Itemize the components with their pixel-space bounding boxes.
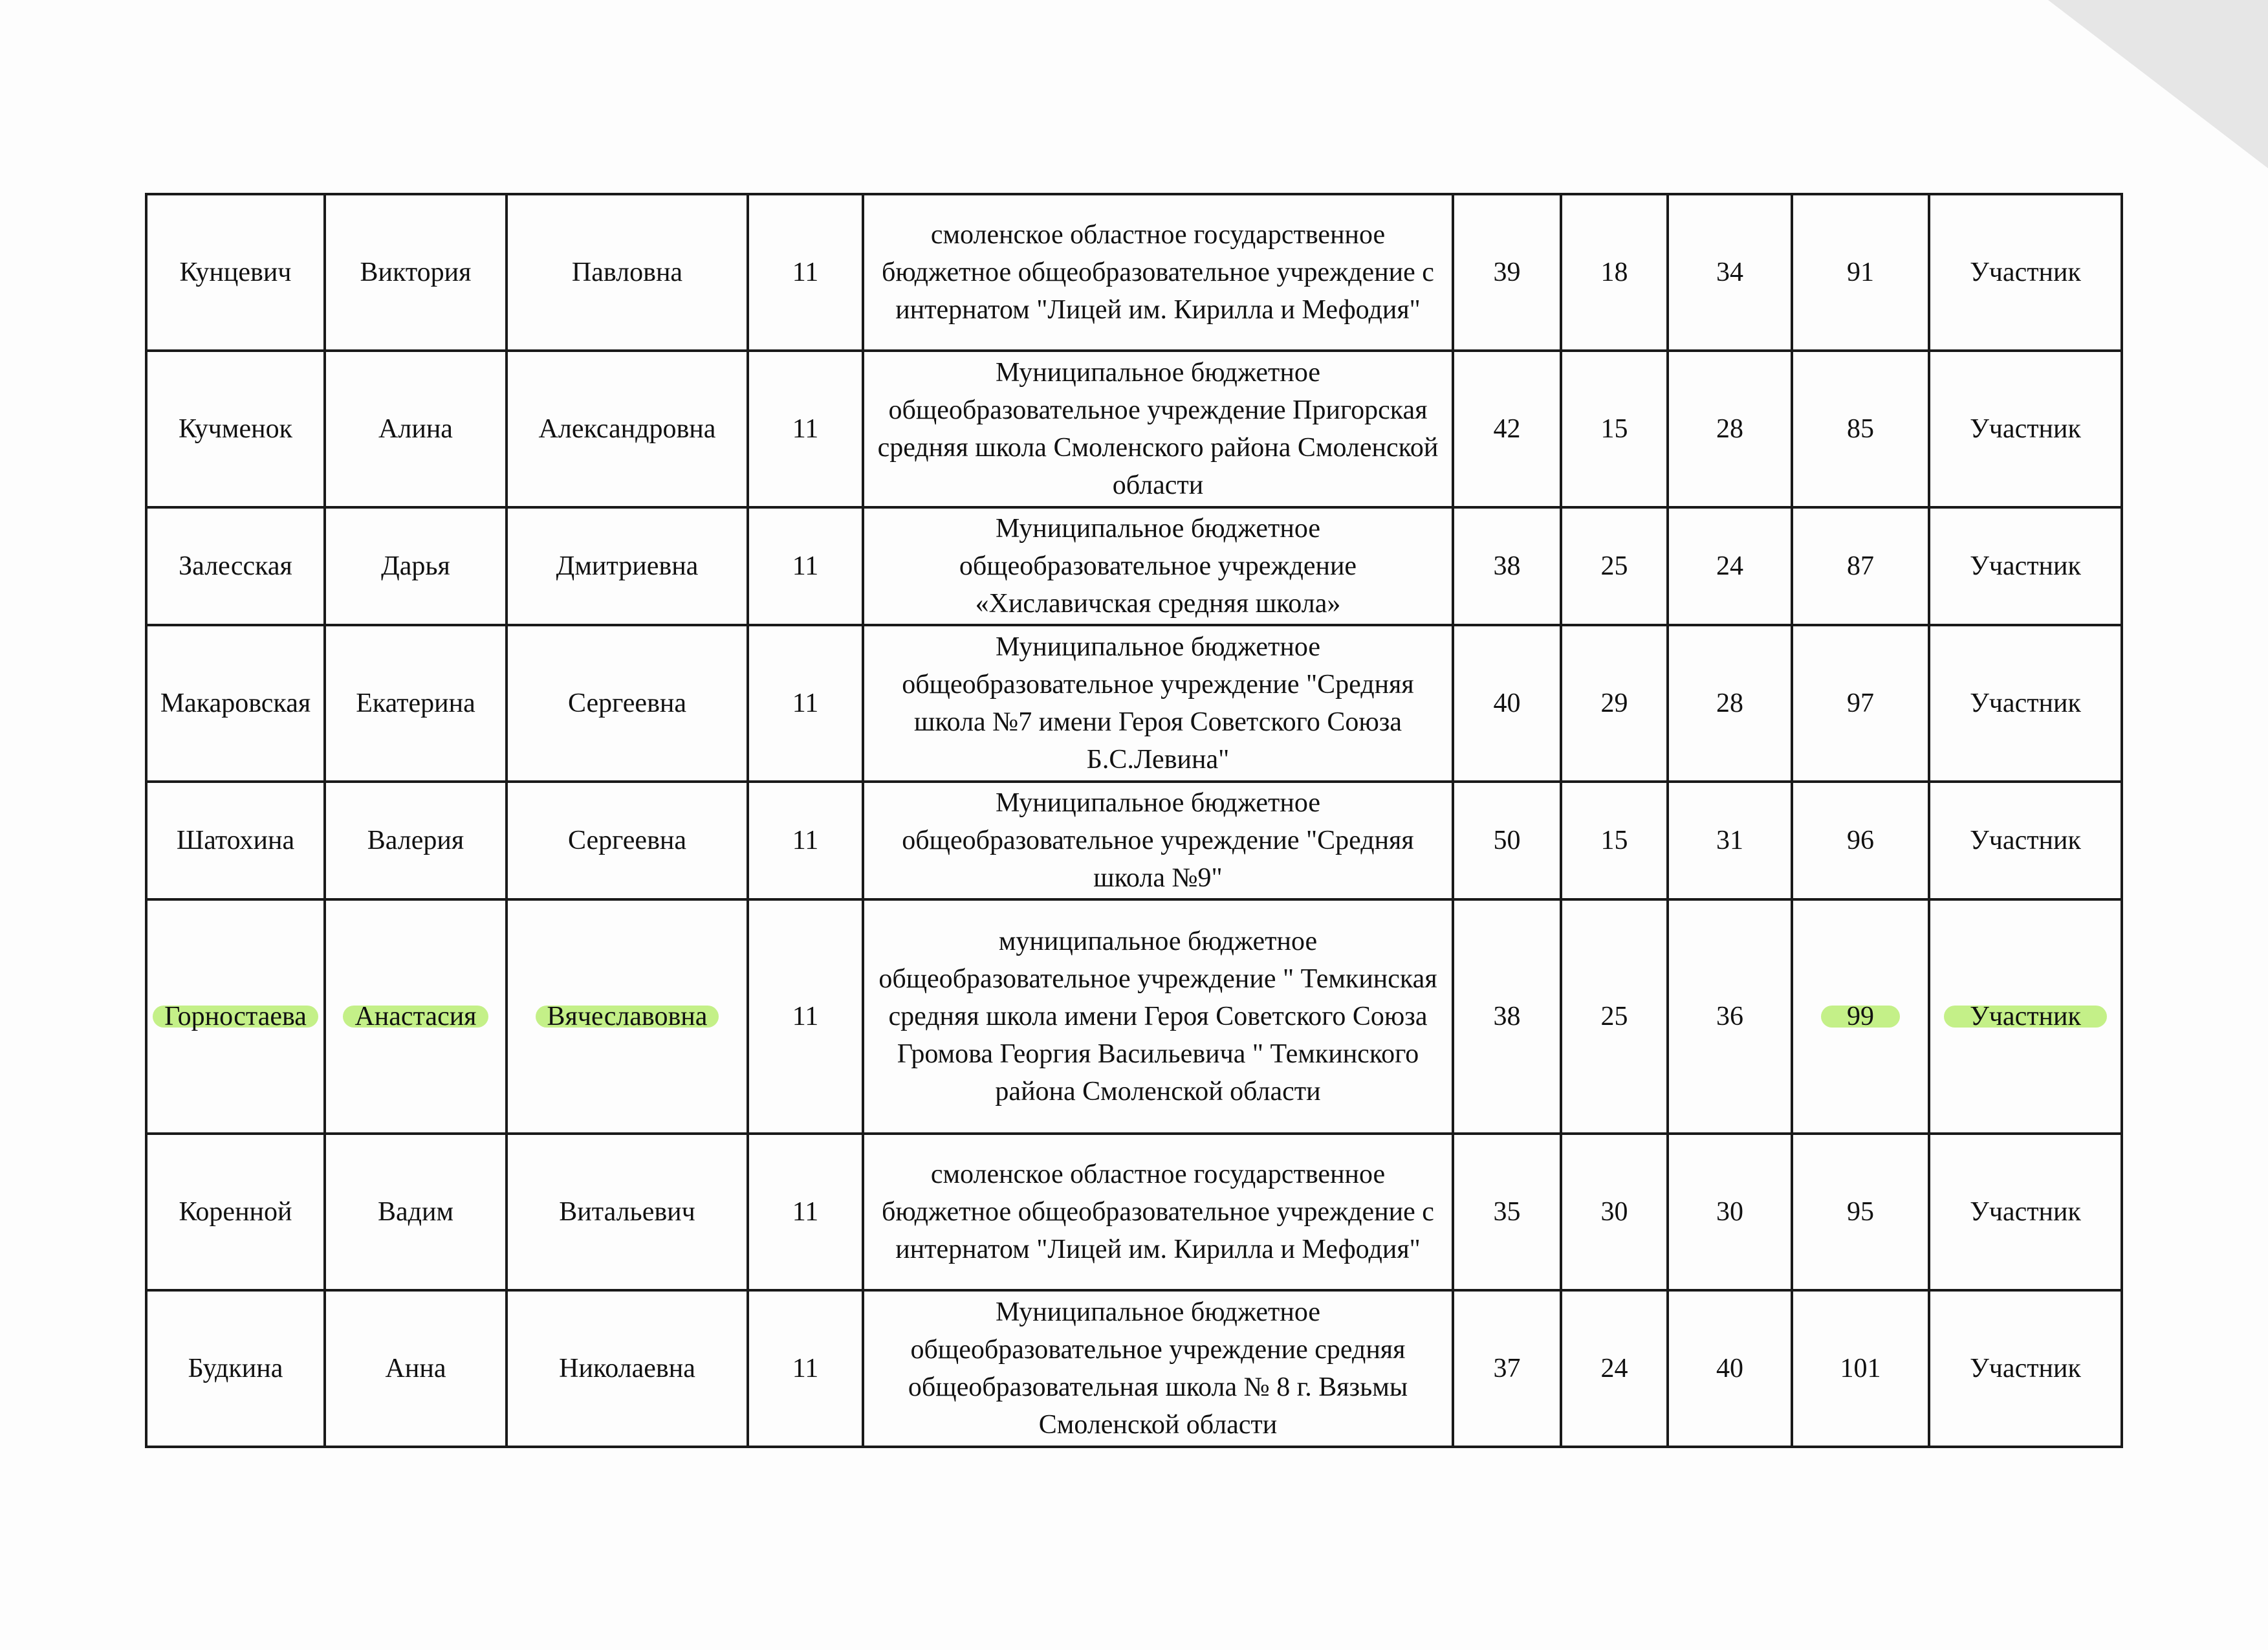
table-row: Залесская Дарья Дмитриевна 11 Муниципаль… [145, 506, 2123, 626]
total-score-cell: 96 [1791, 780, 1930, 901]
school-cell: Муниципальное бюджетное общеобразователь… [862, 506, 1454, 626]
surname-cell: Горностаева [145, 898, 326, 1135]
score-1-cell: 38 [1452, 898, 1562, 1135]
grade-cell: 11 [747, 506, 864, 626]
grade-cell: 11 [747, 193, 864, 352]
first-name-cell: Алина [323, 349, 508, 509]
grade-cell: 11 [747, 624, 864, 783]
school-cell: смоленское областное государственное бюд… [862, 1132, 1454, 1292]
scan-page-edge [2048, 0, 2268, 168]
first-name-cell: Анастасия [323, 898, 508, 1135]
surname-cell: Будкина [145, 1289, 326, 1448]
grade-cell: 11 [747, 1132, 864, 1292]
table-row-highlighted: Горностаева Анастасия Вячеславовна 11 му… [145, 898, 2123, 1135]
highlighter-mark: Участник [1970, 1002, 2081, 1031]
highlighter-mark: Горностаева [164, 1002, 307, 1031]
highlighter-mark: Вячеславовна [547, 1002, 708, 1031]
patronymic-cell: Николаевна [505, 1289, 749, 1448]
status-cell: Участник [1928, 1132, 2123, 1292]
total-score-cell: 91 [1791, 193, 1930, 352]
surname-cell: Макаровская [145, 624, 326, 783]
score-2-cell: 15 [1560, 780, 1669, 901]
table-row: Шатохина Валерия Сергеевна 11 Муниципаль… [145, 780, 2123, 901]
grade-cell: 11 [747, 1289, 864, 1448]
status-cell: Участник [1928, 506, 2123, 626]
status-cell: Участник [1928, 349, 2123, 509]
patronymic-cell: Витальевич [505, 1132, 749, 1292]
school-cell: Муниципальное бюджетное общеобразователь… [862, 780, 1454, 901]
score-2-cell: 24 [1560, 1289, 1669, 1448]
school-cell: муниципальное бюджетное общеобразователь… [862, 898, 1454, 1135]
first-name-cell: Анна [323, 1289, 508, 1448]
patronymic-cell: Вячеславовна [505, 898, 749, 1135]
school-cell: Муниципальное бюджетное общеобразователь… [862, 1289, 1454, 1448]
first-name-cell: Вадим [323, 1132, 508, 1292]
surname-cell: Кучменок [145, 349, 326, 509]
total-score-cell: 85 [1791, 349, 1930, 509]
total-score-cell: 95 [1791, 1132, 1930, 1292]
first-name-cell: Валерия [323, 780, 508, 901]
school-cell: Муниципальное бюджетное общеобразователь… [862, 349, 1454, 509]
score-3-cell: 24 [1666, 506, 1793, 626]
grade-cell: 11 [747, 898, 864, 1135]
score-2-cell: 25 [1560, 506, 1669, 626]
first-name-cell: Виктория [323, 193, 508, 352]
score-3-cell: 34 [1666, 193, 1793, 352]
total-score-cell: 99 [1791, 898, 1930, 1135]
total-score-cell: 87 [1791, 506, 1930, 626]
patronymic-cell: Сергеевна [505, 624, 749, 783]
results-table: Кунцевич Виктория Павловна 11 смоленское… [145, 193, 2123, 1448]
score-3-cell: 36 [1666, 898, 1793, 1135]
table-row: Кучменок Алина Александровна 11 Муниципа… [145, 349, 2123, 509]
highlighter-mark: 99 [1847, 1002, 1874, 1031]
score-1-cell: 38 [1452, 506, 1562, 626]
table-row: Кунцевич Виктория Павловна 11 смоленское… [145, 193, 2123, 352]
status-cell: Участник [1928, 1289, 2123, 1448]
table-row: Коренной Вадим Витальевич 11 смоленское … [145, 1132, 2123, 1292]
score-3-cell: 40 [1666, 1289, 1793, 1448]
patronymic-cell: Сергеевна [505, 780, 749, 901]
score-1-cell: 40 [1452, 624, 1562, 783]
score-3-cell: 31 [1666, 780, 1793, 901]
score-3-cell: 28 [1666, 624, 1793, 783]
total-score-cell: 97 [1791, 624, 1930, 783]
score-1-cell: 35 [1452, 1132, 1562, 1292]
status-cell: Участник [1928, 780, 2123, 901]
highlighter-mark: Анастасия [354, 1002, 477, 1031]
first-name-cell: Екатерина [323, 624, 508, 783]
table-row: Макаровская Екатерина Сергеевна 11 Муниц… [145, 624, 2123, 783]
total-score-cell: 101 [1791, 1289, 1930, 1448]
status-cell: Участник [1928, 898, 2123, 1135]
score-2-cell: 30 [1560, 1132, 1669, 1292]
grade-cell: 11 [747, 349, 864, 509]
patronymic-cell: Павловна [505, 193, 749, 352]
status-cell: Участник [1928, 193, 2123, 352]
table-row: Будкина Анна Николаевна 11 Муниципальное… [145, 1289, 2123, 1448]
school-cell: смоленское областное государственное бюд… [862, 193, 1454, 352]
score-1-cell: 39 [1452, 193, 1562, 352]
surname-cell: Шатохина [145, 780, 326, 901]
status-cell: Участник [1928, 624, 2123, 783]
score-1-cell: 42 [1452, 349, 1562, 509]
score-3-cell: 30 [1666, 1132, 1793, 1292]
score-3-cell: 28 [1666, 349, 1793, 509]
school-cell: Муниципальное бюджетное общеобразователь… [862, 624, 1454, 783]
score-2-cell: 29 [1560, 624, 1669, 783]
surname-cell: Коренной [145, 1132, 326, 1292]
patronymic-cell: Дмитриевна [505, 506, 749, 626]
score-1-cell: 50 [1452, 780, 1562, 901]
first-name-cell: Дарья [323, 506, 508, 626]
score-2-cell: 18 [1560, 193, 1669, 352]
grade-cell: 11 [747, 780, 864, 901]
patronymic-cell: Александровна [505, 349, 749, 509]
score-2-cell: 15 [1560, 349, 1669, 509]
surname-cell: Залесская [145, 506, 326, 626]
score-1-cell: 37 [1452, 1289, 1562, 1448]
surname-cell: Кунцевич [145, 193, 326, 352]
score-2-cell: 25 [1560, 898, 1669, 1135]
